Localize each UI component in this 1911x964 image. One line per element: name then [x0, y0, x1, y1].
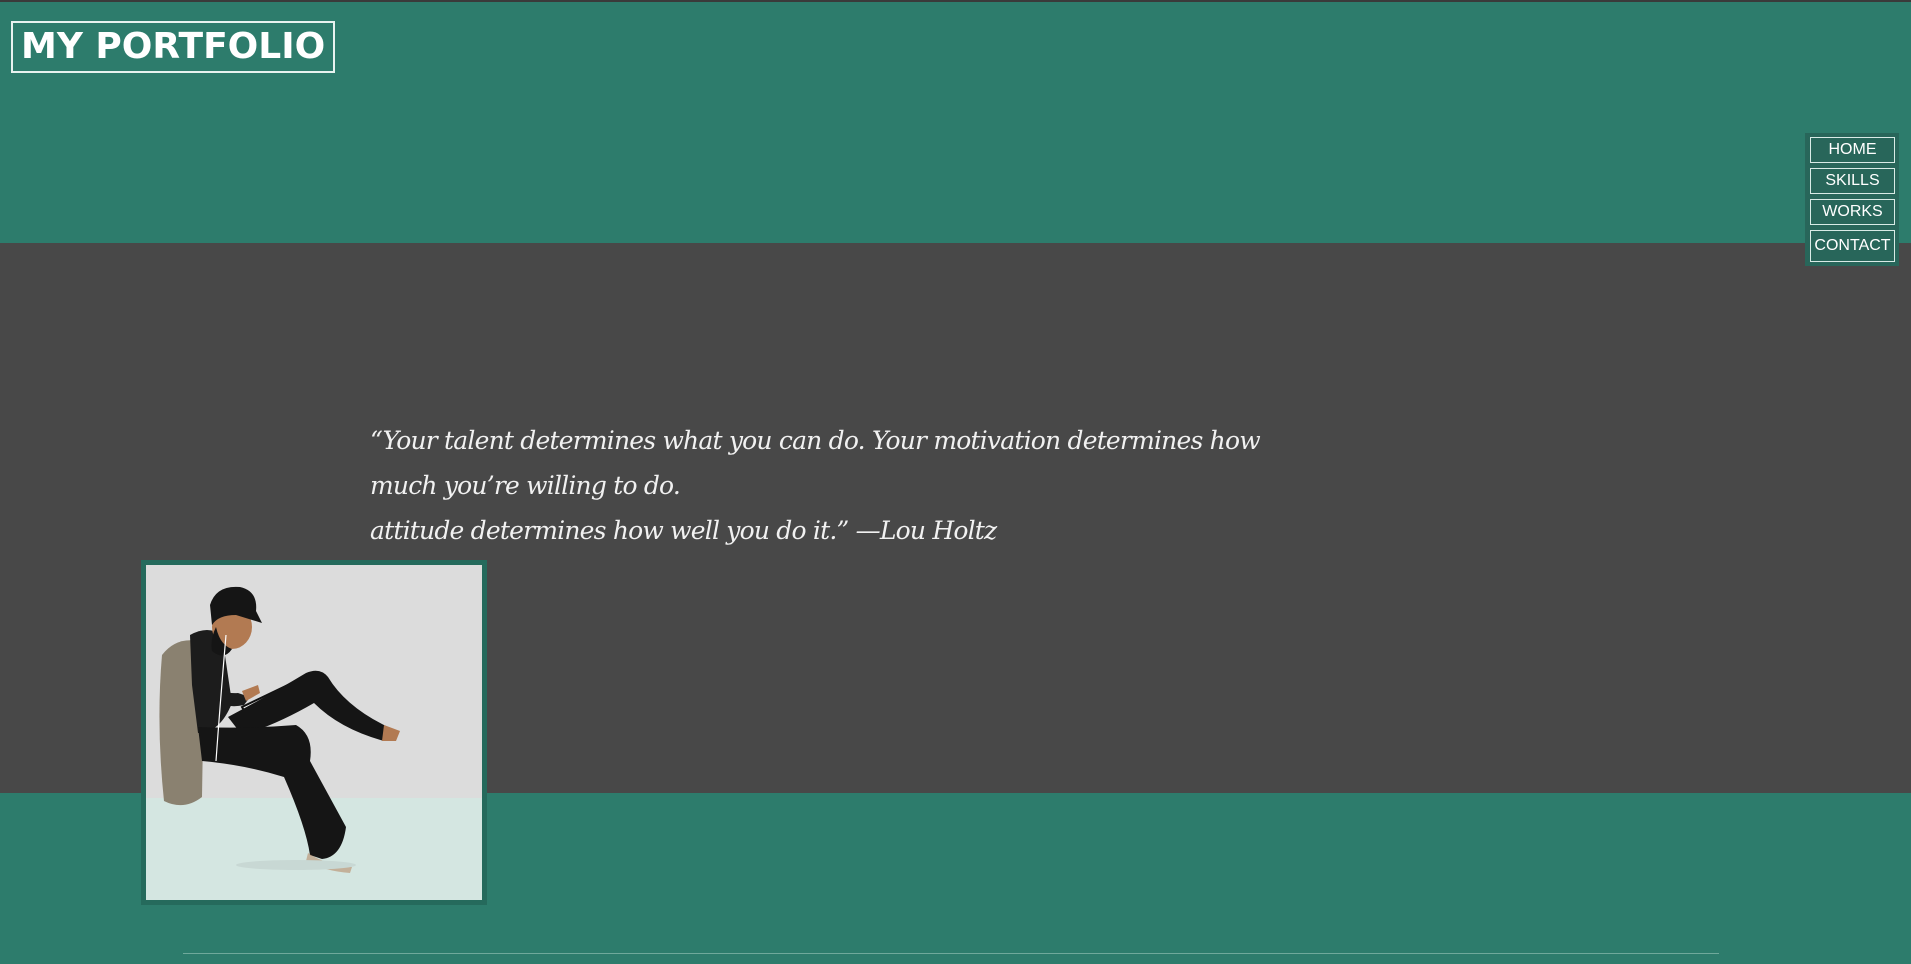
nav-skills-link[interactable]: SKILLS	[1810, 168, 1895, 194]
portfolio-page: MY PORTFOLIO HOME SKILLS WORKS CONTACT “…	[0, 0, 1911, 964]
quote-line-2: attitude determines how well you do it.”…	[370, 516, 997, 545]
portrait-image	[146, 565, 482, 900]
quote-line-1: “Your talent determines what you can do.…	[370, 426, 1261, 500]
man-reading-tablet-illustration	[146, 565, 482, 900]
hero-quote: “Your talent determines what you can do.…	[370, 418, 1290, 553]
portrait-frame	[141, 560, 487, 905]
side-nav: HOME SKILLS WORKS CONTACT	[1805, 133, 1899, 266]
site-logo[interactable]: MY PORTFOLIO	[11, 21, 336, 73]
footer-divider	[183, 953, 1719, 954]
nav-works-link[interactable]: WORKS	[1810, 199, 1895, 225]
nav-contact-link[interactable]: CONTACT	[1810, 230, 1895, 262]
nav-home-link[interactable]: HOME	[1810, 137, 1895, 163]
